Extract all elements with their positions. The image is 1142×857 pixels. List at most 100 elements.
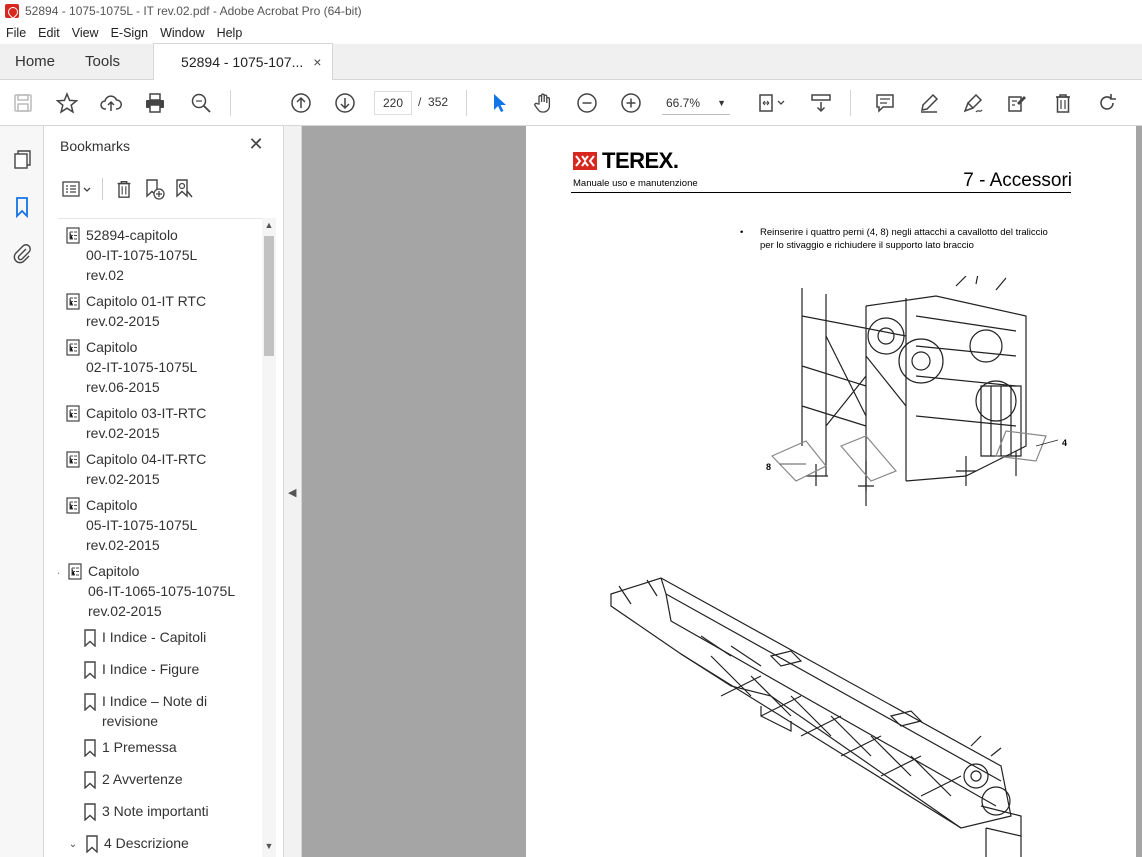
list-item[interactable]: Capitolo 01-IT RTC rev.02-2015 [62, 291, 206, 331]
bookmarks-scrollbar[interactable]: ▲ ▼ [262, 218, 276, 857]
title-bar: 52894 - 1075-1075L - IT rev.02.pdf - Ado… [0, 0, 1142, 22]
list-item[interactable]: Capitolo 04-IT-RTC rev.02-2015 [62, 449, 206, 489]
bookmark-icon [78, 769, 102, 789]
zoom-level-select[interactable]: 66.7% ▼ [662, 91, 730, 115]
main-toolbar: 220 / 352 66.7% ▼ [0, 80, 1142, 126]
zoom-in-icon[interactable] [618, 90, 644, 116]
scroll-down-icon[interactable]: ▼ [262, 841, 276, 855]
list-item[interactable]: 2 Avvertenze [78, 769, 183, 789]
next-page-icon[interactable] [332, 90, 358, 116]
menu-view[interactable]: View [66, 26, 105, 40]
list-item[interactable]: 1 Premessa [78, 737, 177, 757]
scroll-up-icon[interactable]: ▲ [262, 220, 276, 234]
new-bookmark-icon[interactable] [139, 176, 169, 202]
manual-subtitle: Manuale uso e manutenzione [573, 178, 698, 189]
menu-bar: File Edit View E-Sign Window Help [0, 22, 1142, 44]
bookmarks-panel-icon[interactable] [9, 194, 35, 220]
left-rail [0, 126, 44, 857]
prev-page-icon[interactable] [288, 90, 314, 116]
collapse-arrow-icon[interactable]: ◀ [288, 486, 296, 499]
page-number-input[interactable]: 220 [374, 91, 412, 115]
menu-help[interactable]: Help [211, 26, 249, 40]
bookmark-icon [78, 801, 102, 821]
list-item[interactable]: 3 Note importanti [78, 801, 209, 821]
scroll-thumb[interactable] [264, 236, 274, 356]
lattice-boom-illustration [610, 577, 1022, 857]
tab-tools[interactable]: Tools [70, 43, 135, 79]
bookmarks-title: Bookmarks [60, 138, 131, 154]
document-tree-icon [62, 337, 86, 357]
chapter-title: 7 - Accessori [963, 170, 1072, 191]
delete-bookmark-icon[interactable] [109, 176, 139, 202]
bookmark-icon [78, 737, 102, 757]
list-item[interactable]: Capitolo 02-IT-1075-1075L rev.06-2015 [62, 337, 197, 397]
document-tree-icon [64, 561, 88, 581]
stamp-edit-icon[interactable] [1004, 90, 1030, 116]
bookmark-icon [78, 691, 102, 711]
tab-bar: Home Tools 52894 - 1075-107... × [0, 43, 1142, 80]
list-item[interactable]: I Indice - Figure [78, 659, 199, 679]
delete-icon[interactable] [1050, 90, 1076, 116]
bookmark-icon [78, 627, 102, 647]
scroll-mode-icon[interactable] [808, 90, 834, 116]
list-item[interactable]: I Indice – Note di revisione [78, 691, 207, 731]
document-tree-icon [62, 495, 86, 515]
page-count: / 352 [418, 95, 449, 109]
chevron-down-icon[interactable]: ⌄ [66, 833, 80, 853]
document-tree-icon [62, 291, 86, 311]
tab-home[interactable]: Home [0, 43, 70, 79]
document-tree-icon [62, 225, 86, 245]
star-icon[interactable] [54, 90, 80, 116]
redo-icon[interactable] [1094, 90, 1120, 116]
hand-tool-icon[interactable] [530, 90, 556, 116]
acrobat-icon [5, 4, 19, 18]
save-icon[interactable] [10, 90, 36, 116]
window-title: 52894 - 1075-1075L - IT rev.02.pdf - Ado… [25, 4, 362, 18]
find-bookmark-icon[interactable] [169, 176, 199, 202]
zoom-out-icon[interactable] [574, 90, 600, 116]
list-item[interactable]: Capitolo 05-IT-1075-1075L rev.02-2015 [62, 495, 197, 555]
document-viewport[interactable]: TEREX. Manuale uso e manutenzione 7 - Ac… [302, 126, 1142, 857]
list-item[interactable]: 52894-capitolo 00-IT-1075-1075L rev.02 [62, 225, 197, 285]
document-tree-icon [62, 449, 86, 469]
tab-document[interactable]: 52894 - 1075-107... × [153, 43, 334, 80]
close-panel-icon[interactable]: ✕ [246, 134, 266, 154]
print-icon[interactable] [142, 90, 168, 116]
tab-document-label: 52894 - 1075-107... [181, 54, 304, 70]
chevron-down-icon: ▼ [717, 97, 726, 108]
bookmarks-list: 52894-capitolo 00-IT-1075-1075L rev.02 C… [58, 218, 264, 857]
page-fit-icon[interactable] [754, 90, 790, 116]
highlight-pen-icon[interactable] [916, 90, 942, 116]
bookmark-icon [80, 833, 104, 853]
list-item[interactable]: ⌄ 4 Descrizione [66, 833, 189, 853]
document-tree-icon [62, 403, 86, 423]
menu-window[interactable]: Window [154, 26, 210, 40]
page-thumbnails-icon[interactable] [9, 146, 35, 172]
bookmarks-panel: Bookmarks ✕ 52894-capitolo 00-IT-1075-10… [44, 126, 284, 857]
menu-edit[interactable]: Edit [32, 26, 66, 40]
stowage-bracket-illustration: 8 4 [766, 276, 1067, 506]
list-item[interactable]: ⌄ Capitolo 06-IT-1065-1075-1075L rev.02-… [58, 561, 235, 621]
list-item[interactable]: Capitolo 03-IT-RTC rev.02-2015 [62, 403, 206, 443]
comment-icon[interactable] [872, 90, 898, 116]
instruction-bullet: • Reinserire i quattro perni (4, 8) negl… [740, 227, 1048, 251]
sign-pen-icon[interactable] [960, 90, 986, 116]
pdf-page: TEREX. Manuale uso e manutenzione 7 - Ac… [526, 126, 1136, 857]
close-tab-icon[interactable]: × [313, 54, 321, 70]
menu-file[interactable]: File [0, 26, 32, 40]
callout-8: 8 [766, 462, 771, 472]
options-menu-icon[interactable] [58, 176, 96, 202]
panel-collapse-handle[interactable]: ◀ [284, 126, 302, 857]
terex-logo-mark [573, 152, 597, 170]
attachments-icon[interactable] [9, 240, 35, 266]
callout-4: 4 [1062, 438, 1067, 448]
header-rule [571, 192, 1071, 193]
upload-cloud-icon[interactable] [98, 90, 124, 116]
bookmarks-toolbar [58, 176, 199, 202]
select-cursor-icon[interactable] [486, 90, 512, 116]
terex-logo: TEREX. [573, 148, 679, 174]
list-item[interactable]: I Indice - Capitoli [78, 627, 206, 647]
zoom-search-icon[interactable] [188, 90, 214, 116]
bookmark-icon [78, 659, 102, 679]
menu-esign[interactable]: E-Sign [105, 26, 155, 40]
